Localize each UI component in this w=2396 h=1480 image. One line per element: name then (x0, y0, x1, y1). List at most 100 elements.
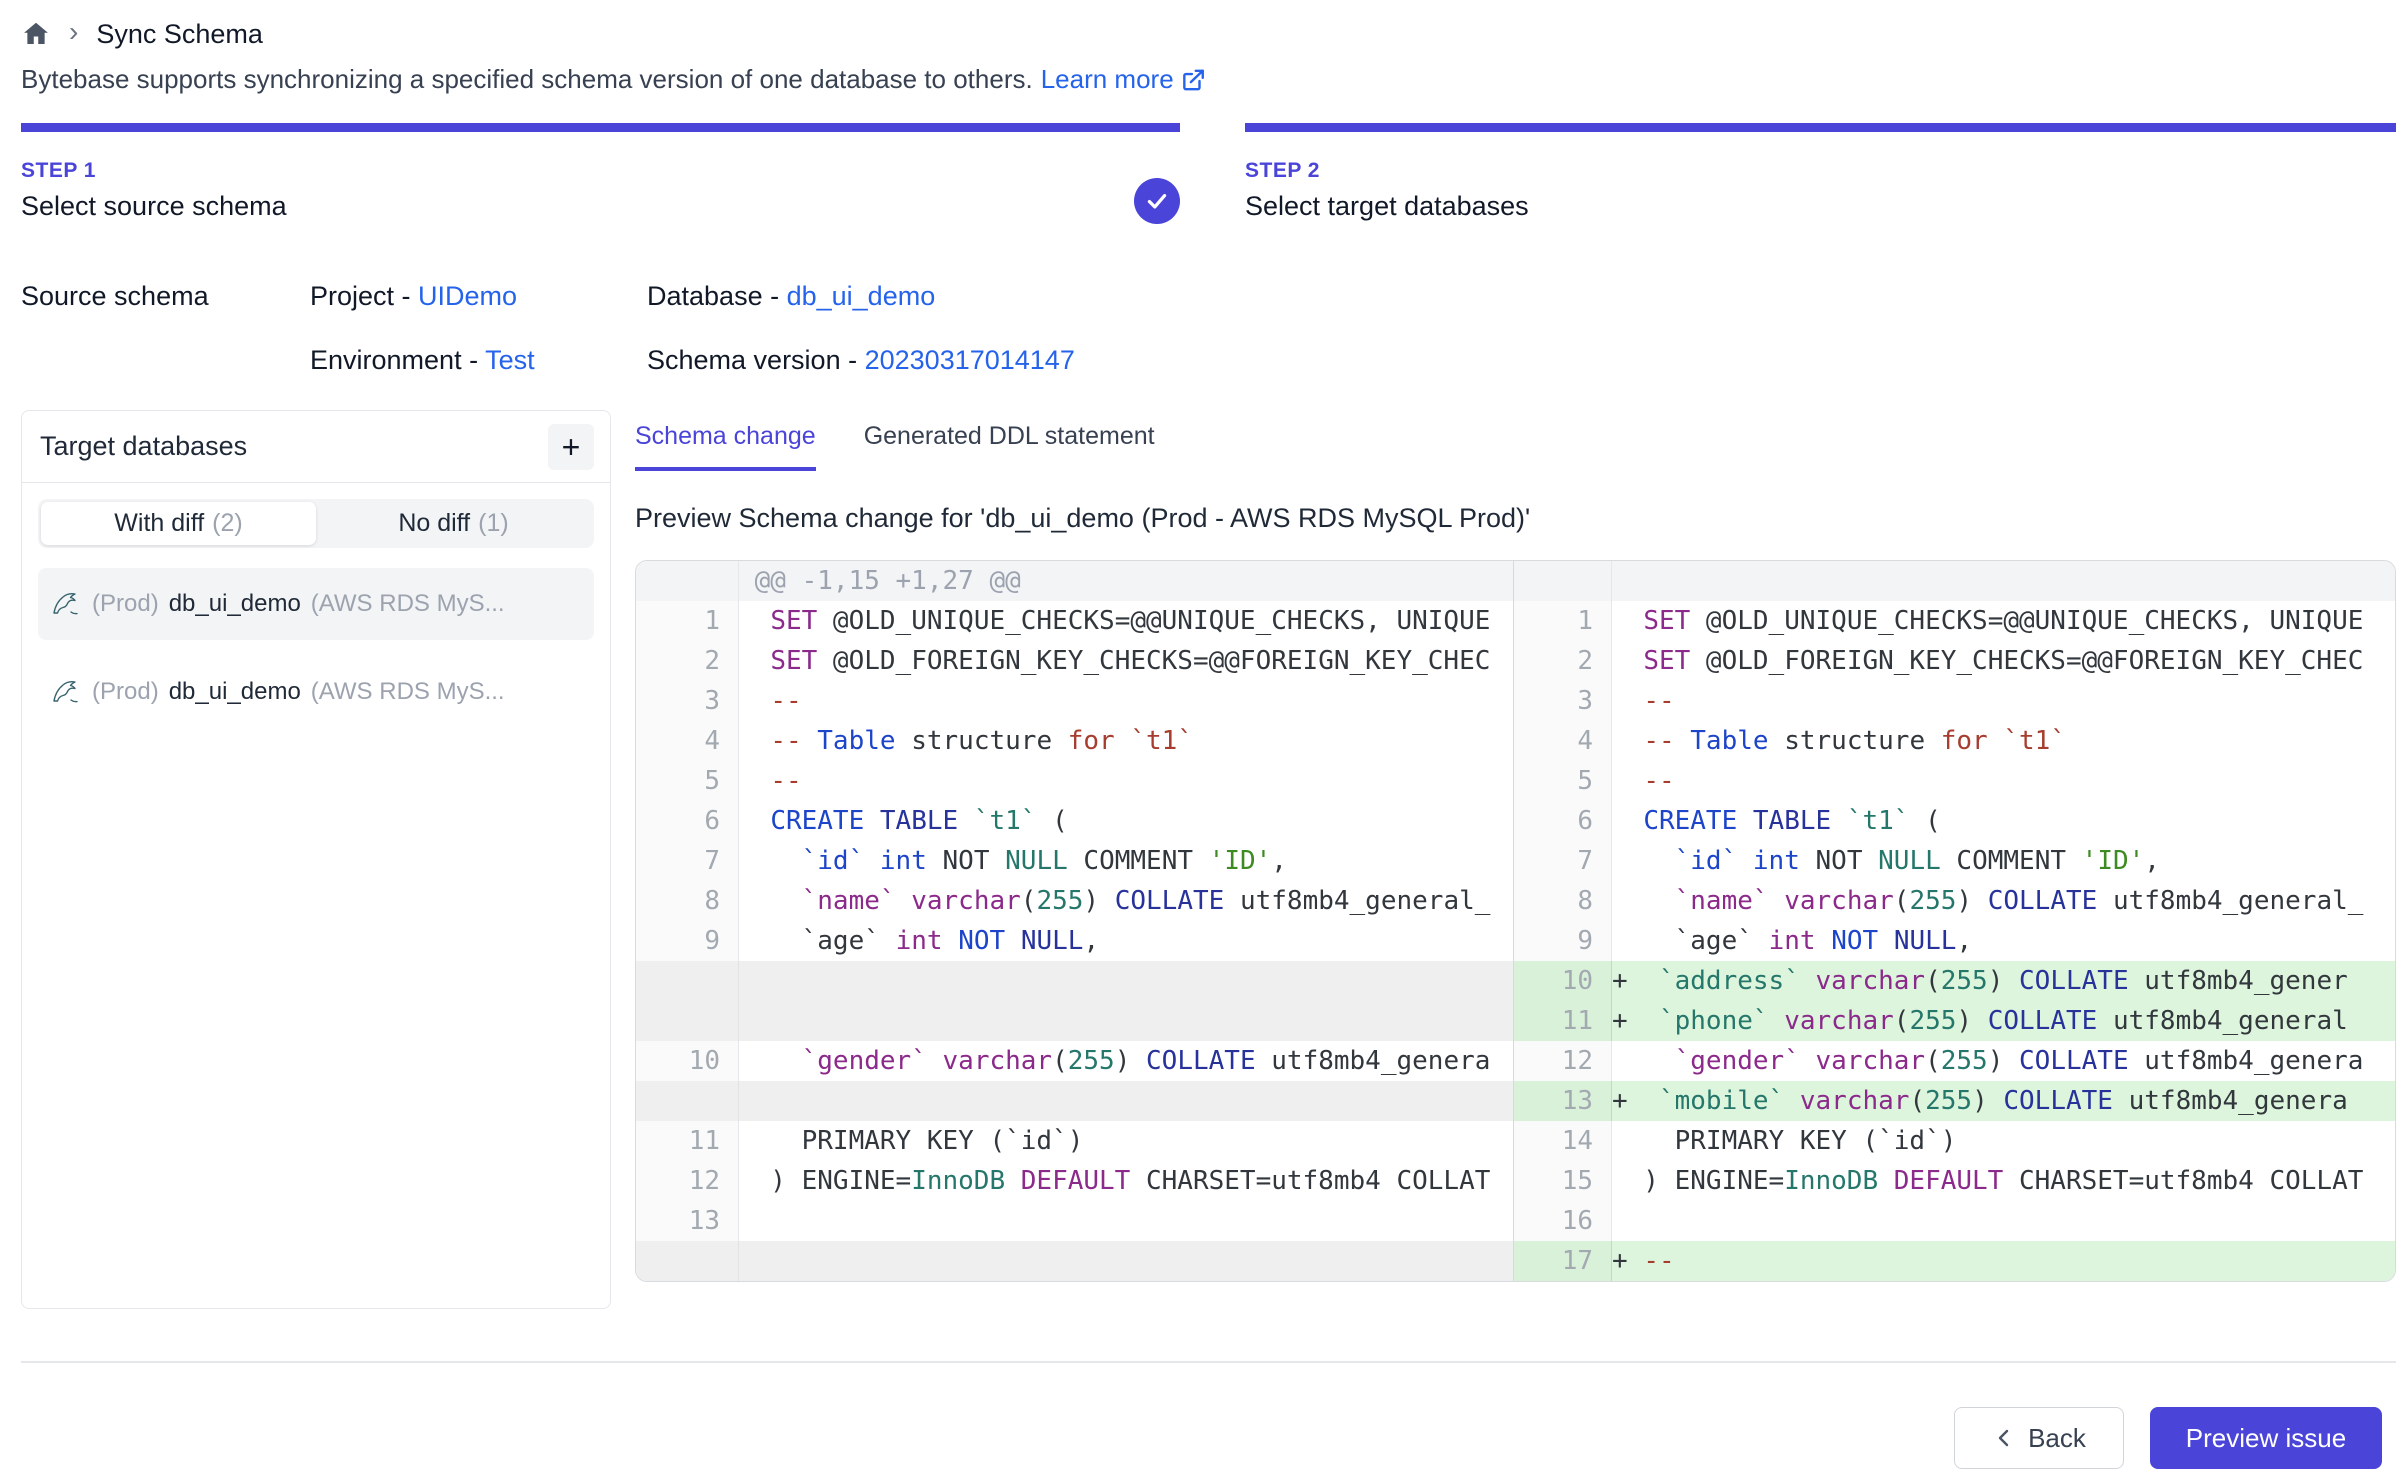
left-code-line: -- (739, 761, 1513, 801)
left-line-number (636, 961, 739, 1001)
right-line-number: 1 (1513, 601, 1612, 641)
database-link[interactable]: db_ui_demo (787, 281, 936, 311)
tab-schema-change[interactable]: Schema change (635, 422, 816, 471)
right-code-line: `name` varchar(255) COLLATE utf8mb4_gene… (1612, 881, 2395, 921)
left-line-number: 10 (636, 1041, 739, 1081)
right-code-line: `id` int NOT NULL COMMENT 'ID', (1612, 841, 2395, 881)
left-code-line: `name` varchar(255) COLLATE utf8mb4_gene… (739, 881, 1513, 921)
left-code-line: SET @OLD_UNIQUE_CHECKS=@@UNIQUE_CHECKS, … (739, 601, 1513, 641)
footer-actions: Back Preview issue (1954, 1407, 2382, 1469)
left-code-line: `id` int NOT NULL COMMENT 'ID', (739, 841, 1513, 881)
db-name: db_ui_demo (169, 678, 301, 706)
step-2-label: STEP 2 (1245, 159, 2396, 183)
left-code-line: @@ -1,15 +1,27 @@ (739, 561, 1513, 601)
left-line-number: 11 (636, 1121, 739, 1161)
right-line-number: 6 (1513, 801, 1612, 841)
source-database-field: Database - db_ui_demo (647, 281, 2396, 312)
page-title: Sync Schema (96, 19, 263, 50)
db-environment: (Prod) (92, 590, 159, 618)
home-icon[interactable] (21, 19, 51, 49)
step-1-progress-bar (21, 123, 1180, 132)
right-line-number: 5 (1513, 761, 1612, 801)
left-code-line (739, 1201, 1513, 1241)
preview-issue-button[interactable]: Preview issue (2150, 1407, 2382, 1469)
right-line-number: 4 (1513, 721, 1612, 761)
left-code-line: `age` int NOT NULL, (739, 921, 1513, 961)
left-code-line (739, 961, 1513, 1001)
no-diff-count: (1) (478, 509, 509, 538)
step-2: STEP 2 Select target databases (1245, 123, 2396, 222)
left-line-number (636, 561, 739, 601)
right-line-number: 9 (1513, 921, 1612, 961)
left-line-number: 4 (636, 721, 739, 761)
step-2-progress-bar (1245, 123, 2396, 132)
source-environment-field: Environment - Test (310, 345, 647, 376)
right-line-number: 17 (1513, 1241, 1612, 1281)
left-code-line (739, 1001, 1513, 1041)
left-line-number: 3 (636, 681, 739, 721)
left-line-number: 13 (636, 1201, 739, 1241)
right-line-number: 3 (1513, 681, 1612, 721)
left-line-number: 9 (636, 921, 739, 961)
intro-text: Bytebase supports synchronizing a specif… (21, 64, 2396, 95)
right-code-line (1612, 561, 2395, 601)
target-database-item[interactable]: (Prod) db_ui_demo (AWS RDS MyS... (38, 568, 594, 640)
db-environment: (Prod) (92, 678, 159, 706)
left-code-line: PRIMARY KEY (`id`) (739, 1121, 1513, 1161)
right-code-line: PRIMARY KEY (`id`) (1612, 1121, 2395, 1161)
left-line-number: 5 (636, 761, 739, 801)
mysql-dolphin-icon (50, 588, 82, 620)
left-line-number: 1 (636, 601, 739, 641)
schema-version-link[interactable]: 20230317014147 (865, 345, 1075, 375)
right-code-line: ) ENGINE=InnoDB DEFAULT CHARSET=utf8mb4 … (1612, 1161, 2395, 1201)
left-line-number (636, 1241, 739, 1281)
right-line-number (1513, 561, 1612, 601)
back-button[interactable]: Back (1954, 1407, 2124, 1469)
right-code-line: `gender` varchar(255) COLLATE utf8mb4_ge… (1612, 1041, 2395, 1081)
footer-divider (21, 1361, 2396, 1363)
step-1: STEP 1 Select source schema (21, 123, 1180, 222)
preview-tabs: Schema change Generated DDL statement (635, 422, 2396, 471)
right-code-line: -- (1612, 761, 2395, 801)
db-instance: (AWS RDS MyS... (311, 590, 505, 618)
source-project-field: Project - UIDemo (310, 281, 647, 312)
left-code-line (739, 1081, 1513, 1121)
step-2-title: Select target databases (1245, 191, 2396, 222)
right-code-line: `age` int NOT NULL, (1612, 921, 2395, 961)
right-code-line: SET @OLD_FOREIGN_KEY_CHECKS=@@FOREIGN_KE… (1612, 641, 2395, 681)
breadcrumb: › Sync Schema (21, 0, 2396, 52)
left-line-number: 12 (636, 1161, 739, 1201)
left-code-line (739, 1241, 1513, 1281)
right-code-line: -- (1612, 681, 2395, 721)
left-code-line: -- (739, 681, 1513, 721)
right-code-line: CREATE TABLE `t1` ( (1612, 801, 2395, 841)
left-line-number (636, 1081, 739, 1121)
right-line-number: 15 (1513, 1161, 1612, 1201)
left-line-number: 6 (636, 801, 739, 841)
environment-link[interactable]: Test (485, 345, 535, 375)
left-code-line: SET @OLD_FOREIGN_KEY_CHECKS=@@FOREIGN_KE… (739, 641, 1513, 681)
tab-with-diff[interactable]: With diff (2) (41, 502, 316, 545)
target-databases-panel: Target databases + With diff (2) No diff… (21, 410, 611, 1309)
db-name: db_ui_demo (169, 590, 301, 618)
right-line-number: 7 (1513, 841, 1612, 881)
target-database-item[interactable]: (Prod)db_ui_demo(AWS RDS MyS... (38, 656, 594, 728)
right-line-number: 13 (1513, 1081, 1612, 1121)
stepper: STEP 1 Select source schema STEP 2 Selec… (21, 123, 2396, 222)
sync-schema-page: › Sync Schema Bytebase supports synchron… (0, 0, 2396, 1480)
add-target-database-button[interactable]: + (548, 424, 594, 470)
main-content: Target databases + With diff (2) No diff… (21, 410, 2396, 1309)
project-link[interactable]: UIDemo (418, 281, 517, 311)
chevron-left-icon (1992, 1426, 2016, 1450)
with-diff-count: (2) (212, 509, 243, 538)
diff-filter-tabs: With diff (2) No diff (1) (38, 499, 594, 548)
left-line-number (636, 1001, 739, 1041)
schema-diff-view: @@ -1,15 +1,27 @@1 SET @OLD_UNIQUE_CHECK… (635, 560, 2396, 1282)
right-code-line: + `mobile` varchar(255) COLLATE utf8mb4_… (1612, 1081, 2395, 1121)
source-schema-summary: Source schema Project - UIDemo Database … (21, 264, 2396, 392)
right-line-number: 11 (1513, 1001, 1612, 1041)
tab-no-diff[interactable]: No diff (1) (316, 502, 591, 545)
learn-more-link[interactable]: Learn more (1041, 64, 1206, 95)
right-line-number: 16 (1513, 1201, 1612, 1241)
tab-generated-ddl[interactable]: Generated DDL statement (864, 422, 1155, 471)
